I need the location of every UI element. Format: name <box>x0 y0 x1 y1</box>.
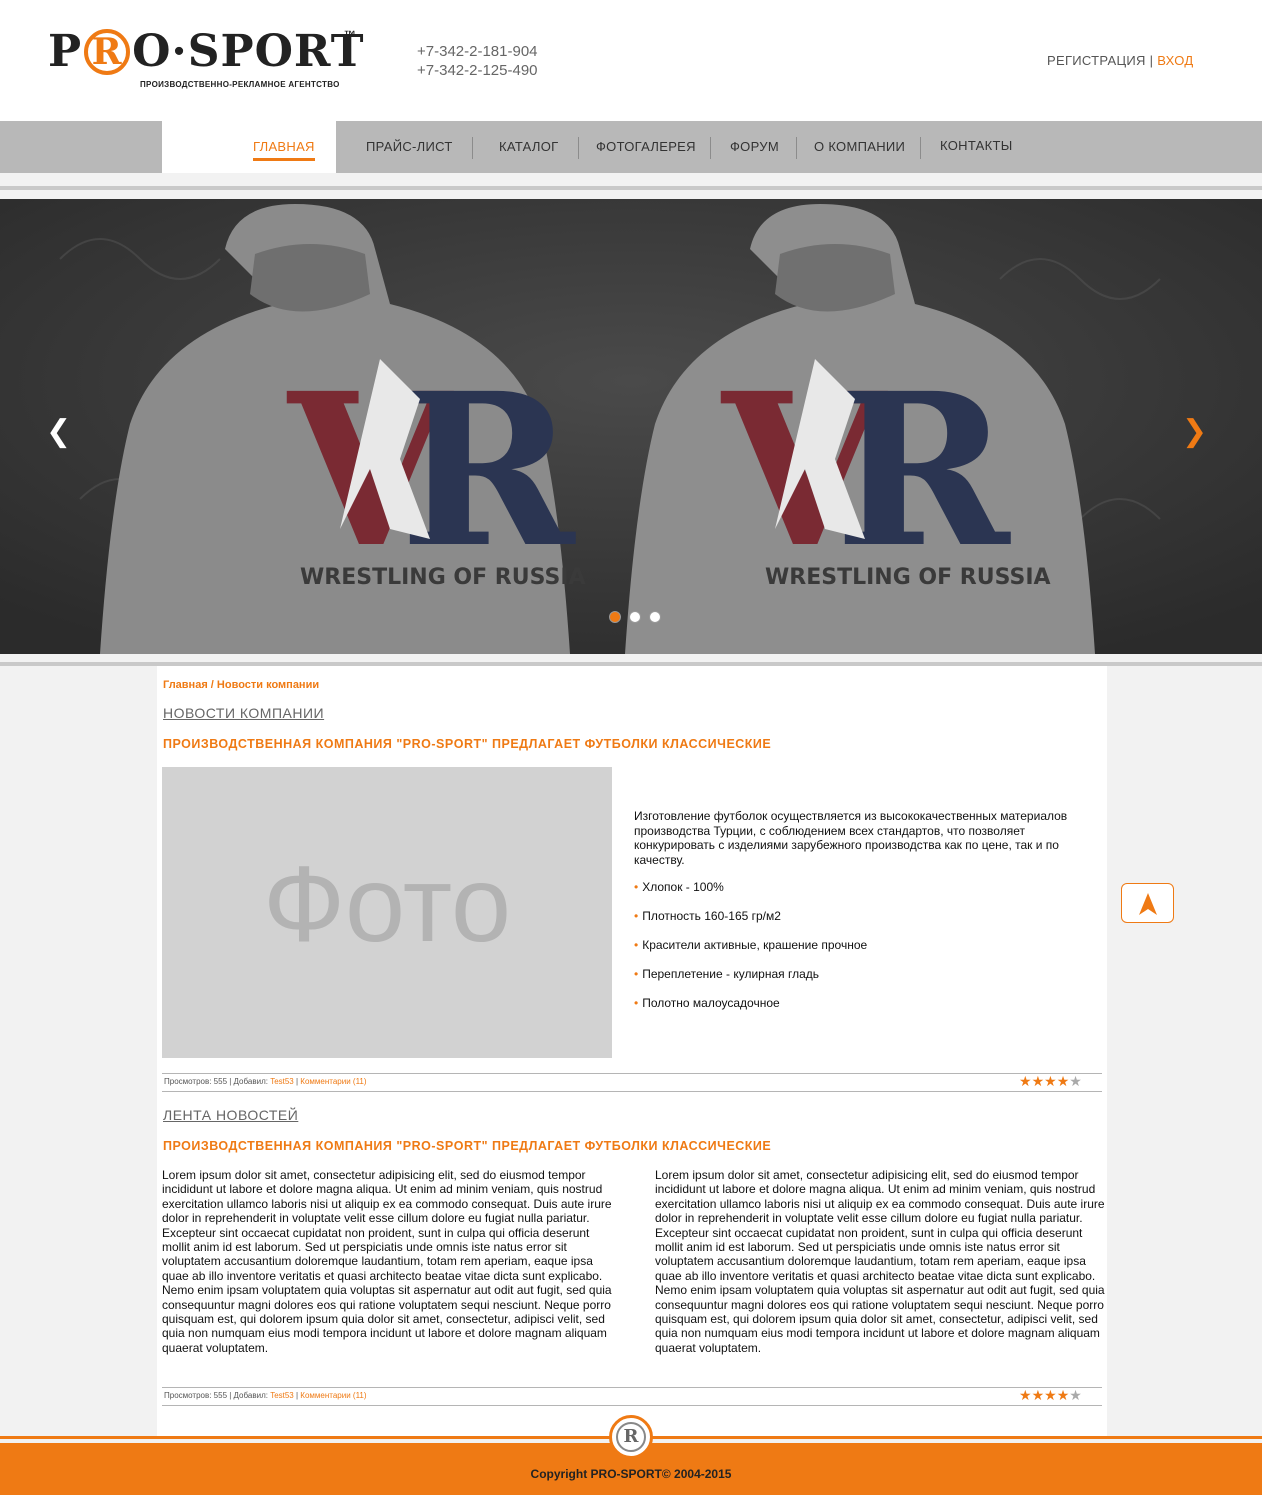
bullet-icon: • <box>634 880 639 894</box>
comments-link[interactable]: Комментарии (11) <box>300 1077 366 1086</box>
auth-links: РЕГИСТРАЦИЯ | ВХОД <box>1047 53 1193 68</box>
login-link[interactable]: ВХОД <box>1157 53 1193 68</box>
nav-item-gallery[interactable]: ФОТОГАЛЕРЕЯ <box>596 139 696 154</box>
star-icon[interactable]: ★ <box>1032 1074 1045 1090</box>
author-link[interactable]: Test53 <box>270 1077 294 1086</box>
bullet-icon: • <box>634 967 639 981</box>
logo-trademark: ™ <box>344 28 356 42</box>
slide-image: V R WRESTLING OF RUSSIA V R WRESTLING OF… <box>0 199 1262 654</box>
logo-wordmark: P R O·SPORT <box>48 26 365 77</box>
article-meta: Просмотров: 555 | Добавил: Test53 | Комм… <box>164 1077 367 1086</box>
rating-stars[interactable]: ★★★★★ <box>1019 1075 1082 1089</box>
article-meta: Просмотров: 555 | Добавил: Test53 | Комм… <box>164 1391 367 1400</box>
list-item: • Красители активные, крашение прочное <box>634 938 868 952</box>
scroll-top-button[interactable] <box>1121 883 1174 923</box>
slider-dot[interactable] <box>609 611 621 623</box>
photo-label: Фото <box>262 843 512 964</box>
nav-divider <box>710 137 711 159</box>
nav-item-about[interactable]: О КОМПАНИИ <box>814 139 905 154</box>
nav-divider <box>920 137 921 159</box>
nav-divider <box>578 137 579 159</box>
site-header: P R O·SPORT ™ ПРОИЗВОДСТВЕННО-РЕКЛАМНОЕ АГ… <box>0 0 1262 121</box>
section-title-company-news[interactable]: НОВОСТИ КОМПАНИИ <box>163 705 324 721</box>
nav-item-home[interactable]: ГЛАВНАЯ <box>253 139 315 161</box>
nav-divider <box>472 137 473 159</box>
list-item: • Переплетение - кулирная гладь <box>634 967 820 981</box>
breadcrumb-current[interactable]: Новости компании <box>217 679 319 691</box>
registered-icon: R <box>616 1422 646 1452</box>
slider-prev-icon[interactable]: ❮ <box>46 415 71 449</box>
slider-dot[interactable] <box>629 611 641 623</box>
logo-subtitle: ПРОИЗВОДСТВЕННО-РЕКЛАМНОЕ АГЕНТСТВО <box>140 80 340 89</box>
svg-text:WRESTLING OF RUSSIA: WRESTLING OF RUSSIA <box>300 565 586 590</box>
contact-phones: +7-342-2-181-904 +7-342-2-125-490 <box>417 42 538 80</box>
divider <box>162 1091 1102 1092</box>
star-icon[interactable]: ★ <box>1019 1074 1032 1090</box>
nav-divider <box>796 137 797 159</box>
nav-item-catalog[interactable]: КАТАЛОГ <box>499 139 558 154</box>
article-title[interactable]: ПРОИЗВОДСТВЕННАЯ КОМПАНИЯ "PRO-SPORT" ПР… <box>163 737 771 751</box>
phone-number: +7-342-2-125-490 <box>417 62 538 79</box>
svg-text:R: R <box>400 347 576 594</box>
footer-logo[interactable]: R <box>609 1415 653 1459</box>
star-icon[interactable]: ★ <box>1057 1074 1070 1090</box>
comments-link[interactable]: Комментарии (11) <box>300 1391 366 1400</box>
nav-left-block <box>0 121 162 173</box>
bullet-icon: • <box>634 938 639 952</box>
slider-dot[interactable] <box>649 611 661 623</box>
star-icon[interactable]: ★ <box>1057 1388 1070 1404</box>
star-icon[interactable]: ★ <box>1044 1074 1057 1090</box>
arrow-up-icon <box>1139 893 1157 915</box>
photo-placeholder: Фото <box>162 767 612 1058</box>
breadcrumb-separator: / <box>207 679 217 691</box>
auth-separator: | <box>1149 53 1154 68</box>
list-item: • Полотно малоусадочное <box>634 996 780 1010</box>
divider <box>162 1405 1102 1406</box>
feature-list: • Хлопок - 100% • Плотность 160-165 гр/м2 … <box>634 880 867 1025</box>
star-icon[interactable]: ★ <box>1032 1388 1045 1404</box>
nav-item-price-list[interactable]: ПРАЙС-ЛИСТ <box>366 139 453 154</box>
site-logo[interactable]: P R O·SPORT ™ ПРОИЗВОДСТВЕННО-РЕКЛАМНОЕ АГ… <box>48 28 368 92</box>
author-link[interactable]: Test53 <box>270 1391 294 1400</box>
hero-slider: V R WRESTLING OF RUSSIA V R WRESTLING OF… <box>0 199 1262 654</box>
list-item: • Хлопок - 100% <box>634 880 724 894</box>
register-link[interactable]: РЕГИСТРАЦИЯ <box>1047 53 1146 68</box>
svg-text:R: R <box>835 347 1011 594</box>
breadcrumb: Главная / Новости компании <box>163 679 319 691</box>
main-nav <box>336 121 1262 173</box>
article-intro: Изготовление футболок осуществляется из … <box>634 809 1068 867</box>
bullet-icon: • <box>634 996 639 1010</box>
phone-number: +7-342-2-181-904 <box>417 43 538 60</box>
star-icon[interactable]: ★ <box>1019 1388 1032 1404</box>
nav-item-contacts[interactable]: КОНТАКТЫ <box>940 138 1013 153</box>
slider-next-icon[interactable]: ❯ <box>1182 415 1207 449</box>
copyright: Copyright PRO-SPORT© 2004-2015 <box>530 1467 732 1481</box>
rating-stars[interactable]: ★★★★★ <box>1019 1389 1082 1403</box>
star-icon[interactable]: ★ <box>1044 1388 1057 1404</box>
star-icon[interactable]: ★ <box>1069 1074 1082 1090</box>
section-title-news-feed[interactable]: ЛЕНТА НОВОСТЕЙ <box>163 1107 298 1123</box>
svg-text:WRESTLING OF RUSSIA: WRESTLING OF RUSSIA <box>765 565 1051 590</box>
logo-r-mark: R <box>84 29 131 75</box>
star-icon[interactable]: ★ <box>1069 1388 1082 1404</box>
article-text-right: Lorem ipsum dolor sit amet, consectetur … <box>655 1168 1105 1355</box>
list-item: • Плотность 160-165 гр/м2 <box>634 909 781 923</box>
article-text-left: Lorem ipsum dolor sit amet, consectetur … <box>162 1168 612 1355</box>
slider-pagination <box>609 611 669 623</box>
divider <box>162 1387 1102 1388</box>
divider <box>162 1073 1102 1074</box>
breadcrumb-home[interactable]: Главная <box>163 679 208 691</box>
divider <box>0 186 1262 190</box>
nav-item-forum[interactable]: ФОРУМ <box>730 139 779 154</box>
article-title[interactable]: ПРОИЗВОДСТВЕННАЯ КОМПАНИЯ "PRO-SPORT" ПР… <box>163 1139 771 1153</box>
bullet-icon: • <box>634 909 639 923</box>
